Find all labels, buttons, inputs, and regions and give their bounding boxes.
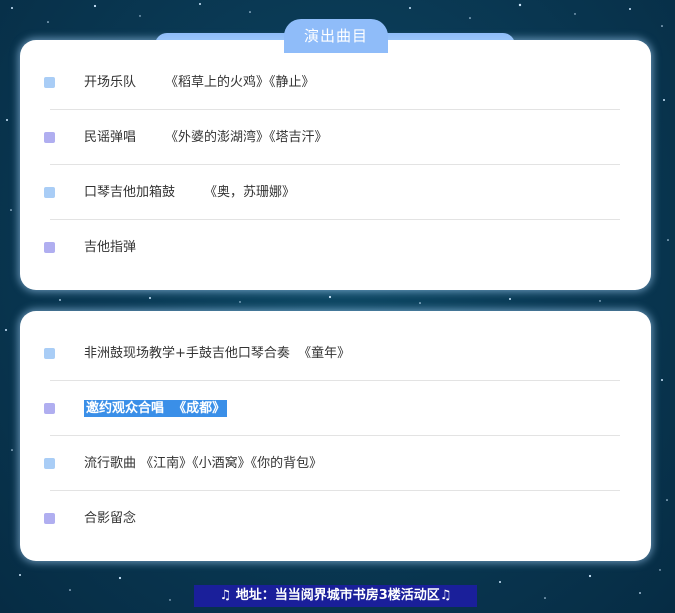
bullet-icon <box>44 77 55 88</box>
program-songs: 《奥，苏珊娜》 <box>203 185 295 200</box>
bullet-icon <box>44 458 55 469</box>
address-banner: ♫ 地址：当当阅界城市书房3楼活动区♫ <box>194 585 477 607</box>
program-item-text: 合影留念 <box>84 491 136 546</box>
program-row: 合影留念 <box>44 491 620 546</box>
program-row: 吉他指弹 <box>44 220 620 275</box>
program-card-1: 开场乐队 《稻草上的火鸡》《静止》 民谣弹唱 《外婆的澎湖湾》《塔吉汗》 口琴吉… <box>20 40 651 290</box>
program-item-text: 民谣弹唱 《外婆的澎湖湾》《塔吉汗》 <box>84 110 327 165</box>
program-label: 流行歌曲 <box>84 456 137 471</box>
program-row: 开场乐队 《稻草上的火鸡》《静止》 <box>44 55 620 110</box>
program-songs: 《江南》《小酒窝》《你的背包》 <box>140 456 323 471</box>
program-songs: 《外婆的澎湖湾》《塔吉汗》 <box>164 130 328 145</box>
bullet-icon <box>44 513 55 524</box>
program-label: 邀约观众合唱 <box>86 401 165 416</box>
bullet-icon <box>44 242 55 253</box>
page-title: 演出曲目 <box>284 19 388 53</box>
program-item-text: 口琴吉他加箱鼓 《奥，苏珊娜》 <box>84 165 295 220</box>
program-row: 民谣弹唱 《外婆的澎湖湾》《塔吉汗》 <box>44 110 620 165</box>
program-label: 非洲鼓现场教学+手鼓吉他口琴合奏 <box>84 346 290 361</box>
program-songs: 《童年》 <box>298 346 351 361</box>
program-songs: 《成都》 <box>173 401 226 416</box>
program-row: 邀约观众合唱 《成都》 <box>44 381 620 436</box>
program-item-text: 流行歌曲 《江南》《小酒窝》《你的背包》 <box>84 436 322 491</box>
program-row: 口琴吉他加箱鼓 《奥，苏珊娜》 <box>44 165 620 220</box>
program-label: 吉他指弹 <box>84 240 137 255</box>
program-row: 流行歌曲 《江南》《小酒窝》《你的背包》 <box>44 436 620 491</box>
program-item-text: 非洲鼓现场教学+手鼓吉他口琴合奏 《童年》 <box>84 326 350 381</box>
bullet-icon <box>44 187 55 198</box>
program-label: 开场乐队 <box>84 75 137 90</box>
program-item-text: 吉他指弹 <box>84 220 136 275</box>
program-label: 口琴吉他加箱鼓 <box>84 185 176 200</box>
program-songs: 《稻草上的火鸡》《静止》 <box>164 75 315 90</box>
bullet-icon <box>44 348 55 359</box>
bullet-icon <box>44 132 55 143</box>
program-card-2: 非洲鼓现场教学+手鼓吉他口琴合奏 《童年》 邀约观众合唱 《成都》 流行歌曲 《… <box>20 311 651 561</box>
program-item-text: 开场乐队 《稻草上的火鸡》《静止》 <box>84 55 314 110</box>
bullet-icon <box>44 403 55 414</box>
program-label: 民谣弹唱 <box>84 130 137 145</box>
program-label: 合影留念 <box>84 511 137 526</box>
program-row: 非洲鼓现场教学+手鼓吉他口琴合奏 《童年》 <box>44 326 620 381</box>
selected-text-highlight[interactable]: 邀约观众合唱 《成都》 <box>84 400 228 417</box>
